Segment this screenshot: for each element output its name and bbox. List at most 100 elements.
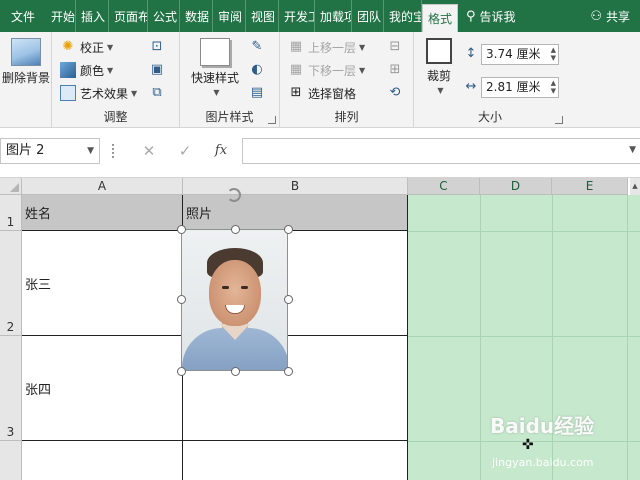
reset-picture-icon[interactable]: ⧉ [146,82,168,102]
art-effects-icon [60,85,76,101]
gridline [480,195,481,480]
remove-background-icon [11,38,41,66]
cell-b1[interactable]: 照片 [183,195,408,231]
height-input[interactable]: 3.74 厘米 ▲ ▼ [481,44,559,65]
color-icon [60,62,76,78]
quick-styles-button[interactable]: 快速样式 ▼ [186,38,244,97]
resize-handle-left[interactable] [177,295,186,304]
column-header-e[interactable]: E [552,178,628,195]
adjust-group-label: 调整 [103,110,128,124]
arrange-group-label: 排列 [334,110,359,124]
tab-insert[interactable]: 插入 [76,0,109,32]
select-all-corner[interactable] [0,178,22,195]
photo-collar [220,324,250,340]
tab-page-layout[interactable]: 页面布 [109,0,148,32]
art-effects-label: 艺术效果 [80,86,129,101]
cell-a4[interactable] [22,441,183,480]
height-icon: ↕ [465,45,477,61]
gridline [627,195,628,480]
row-header-1[interactable]: 1 [0,195,22,231]
resize-handle-top[interactable] [231,225,240,234]
cancel-icon[interactable]: ✕ [138,142,160,160]
quick-styles-icon [200,38,230,66]
selection-pane-button[interactable]: ⊞ 选择窗格 [288,82,356,104]
picture-effects-icon[interactable]: ◐ [246,59,268,79]
group-remove-bg: 删除背景 [0,32,52,128]
resize-handle-top-right[interactable] [284,225,293,234]
resize-handle-bottom[interactable] [231,367,240,376]
tab-review[interactable]: 审阅 [213,0,246,32]
group-picture-styles: 快速样式 ▼ ✎ ◐ ▤ 图片样式 [180,32,280,128]
width-icon: ↔ [465,78,477,94]
row-header-3[interactable]: 3 [0,336,22,441]
column-header-c[interactable]: C [408,178,480,195]
name-box[interactable]: 图片 2 ▼ [0,138,100,164]
group-objects-icon[interactable]: ⊞ [384,59,406,79]
group-adjust: ✺ 校正 ▼ 颜色 ▼ 艺术效果 ▼ ⊡ ▣ ⧉ 调整 [52,32,180,128]
cell-a2[interactable]: 张三 [22,231,183,336]
size-group-label: 大小 [477,110,502,124]
tab-data[interactable]: 数据 [180,0,213,32]
correct-label: 校正 [80,40,105,55]
cell-a3[interactable]: 张四 [22,336,183,441]
send-backward-button[interactable]: ▦ 下移一层 ▼ [288,59,365,81]
align-icon[interactable]: ⊟ [384,36,406,56]
column-header-b[interactable]: B [183,178,408,195]
art-effects-button[interactable]: 艺术效果 ▼ [60,82,137,104]
person-icon: ⚇ [590,8,602,24]
compress-pictures-icon[interactable]: ⊡ [146,36,168,56]
row-2-label: 2 [6,320,15,334]
resize-handle-right[interactable] [284,295,293,304]
ribbon-tabs: 文件 开始 插入 页面布 公式 数据 审阅 视图 开发工 加载项 团队 我的宝 … [0,0,640,32]
crop-icon [426,38,452,64]
cell-a1[interactable]: 姓名 [22,195,183,231]
width-input[interactable]: 2.81 厘米 ▲ ▼ [481,77,559,98]
change-picture-icon[interactable]: ▣ [146,59,168,79]
portrait-photo[interactable] [181,229,288,371]
insert-function-icon[interactable]: fx [210,143,232,158]
picture-border-icon[interactable]: ✎ [246,36,268,56]
expand-formula-icon[interactable]: ▼ [629,145,636,155]
ribbon: 删除背景 ✺ 校正 ▼ 颜色 ▼ 艺术效果 ▼ ⊡ ▣ ⧉ 调整 快速样式 ▼ ✎ ◐… [0,32,640,128]
size-launcher-icon[interactable] [555,116,563,124]
tab-team[interactable]: 团队 [352,0,384,32]
tab-view[interactable]: 视图 [246,0,279,32]
width-spinner[interactable]: ▲ ▼ [551,79,556,95]
tab-formulas[interactable]: 公式 [148,0,180,32]
resize-handle-top-left[interactable] [177,225,186,234]
share-button[interactable]: ⚇ 共享 [585,0,640,32]
tab-addins[interactable]: 加载项 [315,0,352,32]
scroll-up-icon[interactable]: ▲ [630,178,640,195]
tell-me-box[interactable]: ⚲ 告诉我 [458,0,521,32]
tab-file[interactable]: 文件 [0,0,46,32]
color-label: 颜色 [80,63,105,78]
styles-launcher-icon[interactable] [268,116,276,124]
row-header-4[interactable] [0,441,22,480]
formula-input[interactable]: ▼ [242,138,640,164]
enter-icon[interactable]: ✓ [174,142,196,160]
tab-developer[interactable]: 开发工 [279,0,315,32]
column-header-a[interactable]: A [22,178,183,195]
color-button[interactable]: 颜色 ▼ [60,59,113,81]
tab-home[interactable]: 开始 [46,0,76,32]
tab-custom[interactable]: 我的宝 [384,0,422,32]
styles-group-label: 图片样式 [205,110,254,124]
crop-button[interactable]: 裁剪 ▼ [420,38,458,95]
bring-forward-button[interactable]: ▦ 上移一层 ▼ [288,36,365,58]
picture-layout-icon[interactable]: ▤ [246,82,268,102]
rotate-handle-icon[interactable] [227,188,241,202]
chevron-down-icon[interactable]: ▼ [87,139,94,163]
cell-b4[interactable] [183,441,408,480]
width-value: 2.81 厘米 [486,80,541,94]
resize-handle-bottom-right[interactable] [284,367,293,376]
tab-format[interactable]: 格式 [422,4,458,32]
resize-handle-bottom-left[interactable] [177,367,186,376]
remove-background-button[interactable]: 删除背景 [0,38,52,86]
row-header-2[interactable]: 2 [0,231,22,336]
sun-icon: ✺ [62,39,74,54]
column-header-d[interactable]: D [480,178,552,195]
height-spinner[interactable]: ▲ ▼ [551,46,556,62]
send-backward-label: 下移一层 [308,63,357,78]
rotate-icon[interactable]: ⟲ [384,82,406,102]
correct-button[interactable]: ✺ 校正 ▼ [60,36,114,58]
